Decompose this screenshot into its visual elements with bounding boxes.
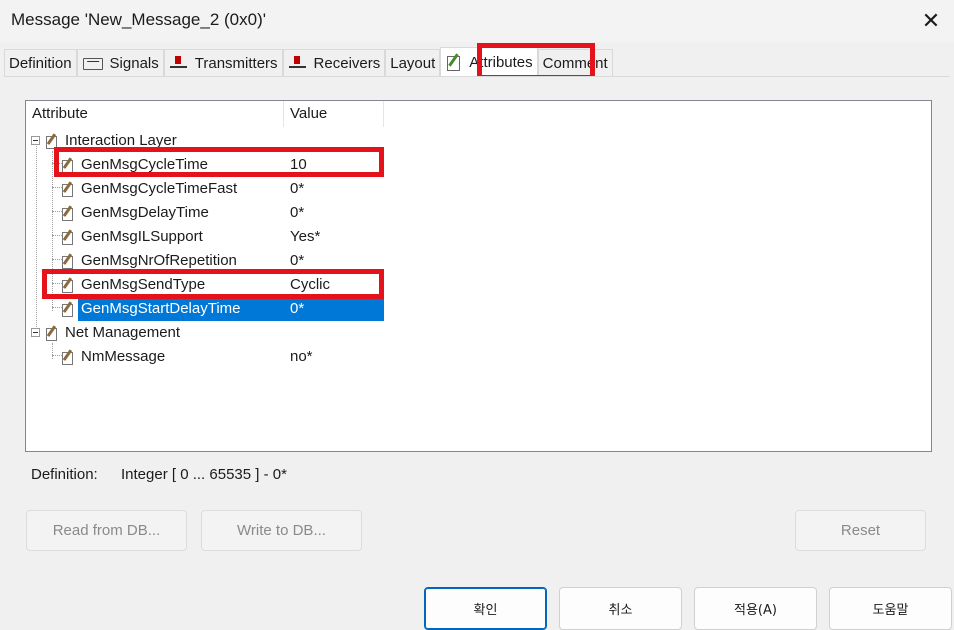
column-header-attribute[interactable]: Attribute <box>26 101 284 127</box>
attribute-icon <box>61 180 77 198</box>
receiver-icon <box>288 55 308 71</box>
attribute-value: 0* <box>290 252 305 269</box>
attribute-value: no* <box>290 348 313 365</box>
attribute-icon <box>61 204 77 222</box>
button-label: 확인 <box>473 603 498 618</box>
tree-row-nmmessage[interactable]: NmMessage no* <box>26 345 931 369</box>
button-label: 도움말 <box>872 603 909 618</box>
ok-button[interactable]: 확인 <box>424 587 547 630</box>
collapse-toggle-icon[interactable] <box>31 136 40 145</box>
attribute-icon <box>61 348 77 366</box>
attribute-name: GenMsgDelayTime <box>81 204 209 221</box>
attribute-name: GenMsgCycleTimeFast <box>81 180 238 197</box>
button-label: 취소 <box>608 603 633 618</box>
tree-row-genmsgilsupport[interactable]: GenMsgILSupport Yes* <box>26 225 931 249</box>
attribute-icon <box>45 324 61 342</box>
tree-row-genmsgdelaytime[interactable]: GenMsgDelayTime 0* <box>26 201 931 225</box>
transmitter-icon <box>169 55 189 71</box>
read-from-db-button[interactable]: Read from DB... <box>26 510 187 551</box>
apply-button[interactable]: 적용(A) <box>694 587 817 630</box>
attribute-name: GenMsgCycleTime <box>81 156 208 173</box>
tab-label: Attributes <box>469 53 533 71</box>
attribute-value: 10 <box>290 156 307 173</box>
tab-attributes[interactable]: Attributes <box>440 47 538 76</box>
window-title: Message 'New_Message_2 (0x0)' <box>11 10 266 29</box>
attribute-value: Yes* <box>290 228 321 245</box>
write-to-db-button[interactable]: Write to DB... <box>201 510 362 551</box>
tab-label: Receivers <box>313 54 381 72</box>
tab-label: Definition <box>9 54 72 72</box>
attribute-icon <box>61 228 77 246</box>
tab-layout[interactable]: Layout <box>385 49 441 76</box>
attribute-name: GenMsgStartDelayTime <box>81 300 241 317</box>
tree-row-genmsgcycletimefast[interactable]: GenMsgCycleTimeFast 0* <box>26 177 931 201</box>
tree-row-genmsgnrofrepetition[interactable]: GenMsgNrOfRepetition 0* <box>26 249 931 273</box>
button-label: 적용(A) <box>734 603 777 618</box>
attribute-value: 0* <box>290 180 305 197</box>
column-header-value[interactable]: Value <box>284 101 384 127</box>
tab-strip: Definition Signals Transmitters Receiver… <box>4 47 613 77</box>
attribute-icon <box>61 156 77 174</box>
attribute-name: NmMessage <box>81 348 166 365</box>
button-label: Write to DB... <box>237 522 326 539</box>
attribute-icon <box>61 252 77 270</box>
attribute-name: GenMsgILSupport <box>81 228 203 245</box>
tree-row-genmsgstartdelaytime[interactable]: GenMsgStartDelayTime 0* <box>26 297 931 321</box>
close-icon: ✕ <box>921 8 941 33</box>
signal-icon <box>82 55 104 71</box>
definition-value: Integer [ 0 ... 65535 ] - 0* <box>121 466 287 483</box>
reset-button[interactable]: Reset <box>795 510 926 551</box>
button-label: Read from DB... <box>52 522 161 539</box>
attribute-icon <box>445 53 463 71</box>
attribute-name: GenMsgSendType <box>81 276 206 293</box>
tab-signals[interactable]: Signals <box>76 49 164 76</box>
definition-line: Definition: Integer [ 0 ... 65535 ] - 0* <box>31 466 287 483</box>
tab-transmitters[interactable]: Transmitters <box>163 49 283 76</box>
attribute-value: 0* <box>290 300 305 317</box>
title-bar: Message 'New_Message_2 (0x0)' ✕ <box>0 0 954 42</box>
collapse-toggle-icon[interactable] <box>31 328 40 337</box>
tab-label: Signals <box>109 54 159 72</box>
tab-label: Layout <box>390 54 436 72</box>
tab-receivers[interactable]: Receivers <box>282 49 386 76</box>
tab-label: Transmitters <box>194 54 278 72</box>
button-label: Reset <box>840 522 881 539</box>
attribute-tree[interactable]: Attribute Value Interaction Layer GenMsg… <box>25 100 932 452</box>
attribute-icon <box>45 132 61 150</box>
tab-definition[interactable]: Definition <box>4 49 77 76</box>
attribute-icon <box>61 276 77 294</box>
cancel-button[interactable]: 취소 <box>559 587 682 630</box>
group-label: Net Management <box>65 324 181 341</box>
tree-row-genmsgcycletime[interactable]: GenMsgCycleTime 10 <box>26 153 931 177</box>
help-button[interactable]: 도움말 <box>829 587 952 630</box>
attribute-value: 0* <box>290 204 305 221</box>
attribute-name: GenMsgNrOfRepetition <box>81 252 237 269</box>
attribute-icon <box>61 300 77 318</box>
tab-comment[interactable]: Comment <box>537 49 613 76</box>
definition-label: Definition: <box>31 466 98 483</box>
close-button[interactable]: ✕ <box>908 0 954 42</box>
tree-group-net-management[interactable]: Net Management <box>26 321 931 345</box>
attribute-value: Cyclic <box>290 276 330 293</box>
group-label: Interaction Layer <box>65 132 177 149</box>
tab-label: Comment <box>542 54 608 72</box>
tree-row-genmsgsendtype[interactable]: GenMsgSendType Cyclic <box>26 273 931 297</box>
tree-group-interaction-layer[interactable]: Interaction Layer <box>26 129 931 153</box>
tree-header: Attribute Value <box>26 101 931 127</box>
